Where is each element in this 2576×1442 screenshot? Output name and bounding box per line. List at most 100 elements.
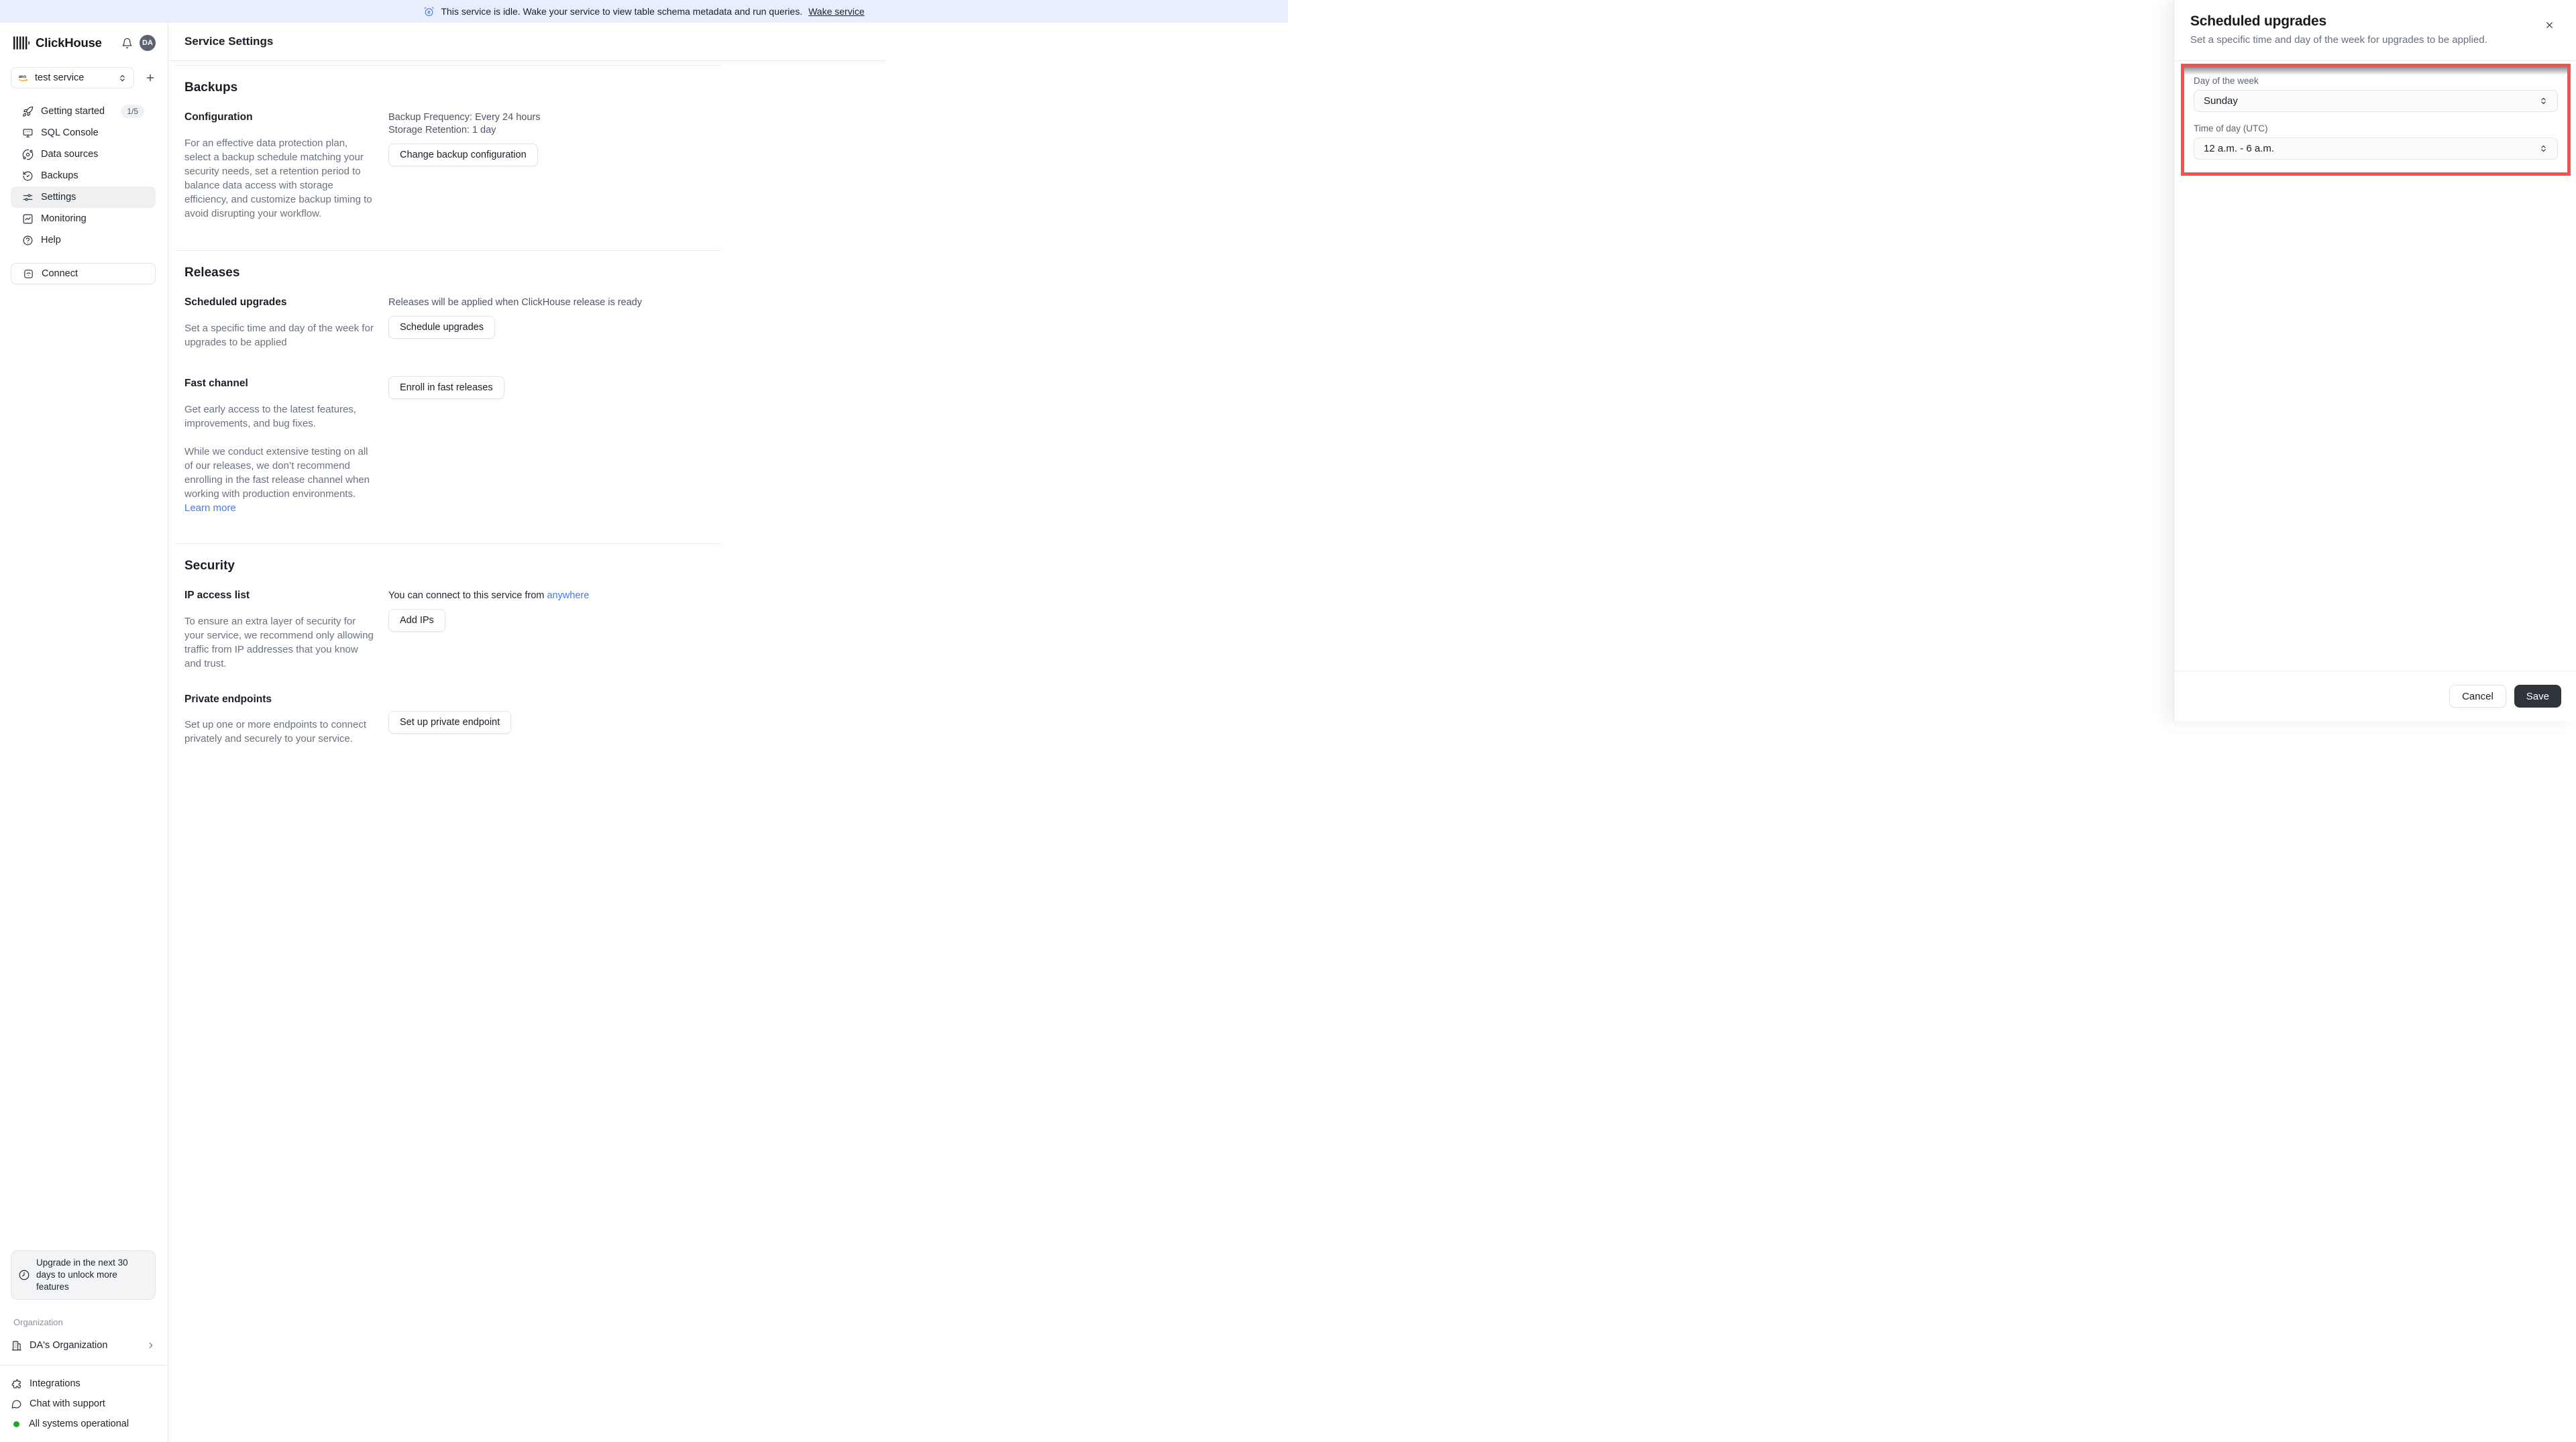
private-endpoints-description: Set up one or more endpoints to connect … bbox=[184, 719, 367, 744]
puzzle-icon bbox=[11, 1378, 22, 1390]
organization-switcher[interactable]: DA's Organization bbox=[11, 1335, 156, 1355]
private-endpoints-label: Private endpoints bbox=[184, 694, 272, 705]
time-of-day-label: Time of day (UTC) bbox=[2194, 123, 2268, 133]
backups-heading: Backups bbox=[184, 80, 238, 95]
organization-name: DA's Organization bbox=[30, 1340, 108, 1351]
sidebar-divider bbox=[0, 1365, 168, 1366]
clock-icon bbox=[18, 1269, 30, 1281]
section-divider bbox=[176, 250, 720, 251]
drawer-footer: Cancel Save bbox=[2174, 671, 2576, 721]
avatar[interactable]: DA bbox=[140, 35, 156, 51]
releases-info: Releases will be applied when ClickHouse… bbox=[388, 297, 642, 308]
change-backup-configuration-button[interactable]: Change backup configuration bbox=[388, 144, 538, 166]
sidebar-item-sql-console[interactable]: SQL Console bbox=[11, 122, 156, 144]
chevron-up-down-icon bbox=[118, 74, 127, 82]
sidebar-item-data-sources[interactable]: Data sources bbox=[11, 144, 156, 165]
add-service-button[interactable] bbox=[145, 72, 156, 83]
time-of-day-value: 12 a.m. - 6 a.m. bbox=[2204, 143, 2275, 154]
sidebar-item-integrations[interactable]: Integrations bbox=[11, 1374, 156, 1394]
sidebar-item-label: SQL Console bbox=[41, 127, 99, 138]
day-of-week-value: Sunday bbox=[2204, 95, 2238, 107]
sidebar-item-settings[interactable]: Settings bbox=[11, 186, 156, 208]
system-status[interactable]: All systems operational bbox=[11, 1414, 156, 1434]
scheduled-upgrades-description: Set a specific time and day of the week … bbox=[184, 323, 374, 348]
ip-access-description: To ensure an extra layer of security for… bbox=[184, 616, 374, 669]
schedule-upgrades-button[interactable]: Schedule upgrades bbox=[388, 316, 495, 339]
connect-button[interactable]: Connect bbox=[11, 263, 156, 284]
enroll-fast-releases-button[interactable]: Enroll in fast releases bbox=[388, 376, 504, 399]
releases-heading: Releases bbox=[184, 266, 240, 280]
sidebar-item-label: Help bbox=[41, 235, 61, 245]
day-of-week-label: Day of the week bbox=[2194, 76, 2259, 86]
ip-connect-info: You can connect to this service from any… bbox=[388, 590, 590, 601]
save-button[interactable]: Save bbox=[2514, 685, 2561, 708]
status-green-dot-icon bbox=[13, 1421, 19, 1427]
fast-channel-label: Fast channel bbox=[184, 378, 248, 389]
main-panel: Service Settings Backups Configuration F… bbox=[168, 23, 885, 1442]
time-of-day-select[interactable]: 12 a.m. - 6 a.m. bbox=[2194, 137, 2558, 160]
chevron-up-down-icon bbox=[2539, 97, 2548, 105]
security-heading: Security bbox=[184, 559, 235, 573]
sidebar-item-chat-support[interactable]: Chat with support bbox=[11, 1394, 156, 1414]
sidebar-item-getting-started[interactable]: Getting started 1/5 bbox=[11, 101, 156, 122]
scheduled-upgrades-drawer: Scheduled upgrades Set a specific time a… bbox=[2174, 0, 2576, 721]
footer-item-label: Integrations bbox=[30, 1378, 80, 1389]
upgrade-notice[interactable]: Upgrade in the next 30 days to unlock mo… bbox=[11, 1250, 156, 1300]
sql-console-icon bbox=[22, 127, 34, 139]
sidebar: ClickHouse DA aws test service Getting s… bbox=[0, 23, 168, 1442]
sidebar-item-label: Monitoring bbox=[41, 213, 87, 224]
footer-item-label: Chat with support bbox=[30, 1398, 105, 1409]
settings-sliders-icon bbox=[22, 192, 34, 203]
cancel-button[interactable]: Cancel bbox=[2449, 685, 2506, 708]
configuration-label: Configuration bbox=[184, 111, 253, 123]
data-sources-icon bbox=[22, 149, 34, 160]
app-logo: ClickHouse bbox=[36, 36, 102, 50]
chevron-right-icon bbox=[146, 1341, 156, 1350]
backup-frequency-info: Backup Frequency: Every 24 hours bbox=[388, 112, 541, 123]
sidebar-item-monitoring[interactable]: Monitoring bbox=[11, 208, 156, 229]
learn-more-link[interactable]: Learn more bbox=[184, 502, 236, 514]
service-selector-value: test service bbox=[35, 72, 85, 83]
storage-retention-info: Storage Retention: 1 day bbox=[388, 125, 496, 135]
alarm-snooze-icon bbox=[423, 6, 435, 17]
scheduled-upgrades-label: Scheduled upgrades bbox=[184, 296, 287, 308]
close-icon[interactable] bbox=[2544, 20, 2555, 30]
sidebar-item-label: Settings bbox=[41, 192, 76, 203]
drawer-description: Set a specific time and day of the week … bbox=[2190, 34, 2487, 46]
banner-text: This service is idle. Wake your service … bbox=[441, 6, 803, 17]
backups-history-icon bbox=[22, 170, 34, 182]
backups-description: For an effective data protection plan, s… bbox=[184, 137, 372, 219]
connect-icon bbox=[23, 268, 34, 280]
clickhouse-logo-icon bbox=[13, 36, 30, 50]
sidebar-nav: Getting started 1/5 SQL Console Data sou… bbox=[0, 101, 168, 251]
footer-item-label: All systems operational bbox=[29, 1419, 129, 1429]
sidebar-item-label: Getting started bbox=[41, 106, 105, 117]
ip-access-list-label: IP access list bbox=[184, 590, 250, 601]
section-divider bbox=[176, 543, 720, 544]
chat-bubble-icon bbox=[11, 1398, 22, 1410]
sidebar-item-help[interactable]: Help bbox=[11, 229, 156, 251]
sidebar-item-label: Backups bbox=[41, 170, 78, 181]
service-selector[interactable]: aws test service bbox=[11, 67, 134, 89]
building-icon bbox=[11, 1340, 22, 1351]
anywhere-link[interactable]: anywhere bbox=[547, 590, 589, 601]
help-circle-icon bbox=[22, 235, 34, 246]
sidebar-item-label: Data sources bbox=[41, 149, 99, 160]
aws-icon: aws bbox=[18, 74, 30, 82]
connect-label: Connect bbox=[42, 268, 78, 279]
organization-section-label: Organization bbox=[13, 1317, 63, 1327]
monitoring-chart-icon bbox=[22, 213, 34, 225]
sidebar-item-backups[interactable]: Backups bbox=[11, 165, 156, 186]
add-ips-button[interactable]: Add IPs bbox=[388, 609, 445, 632]
bell-icon[interactable] bbox=[121, 38, 133, 49]
day-of-week-select[interactable]: Sunday bbox=[2194, 90, 2558, 112]
chevron-up-down-icon bbox=[2539, 144, 2548, 153]
setup-private-endpoint-button[interactable]: Set up private endpoint bbox=[388, 711, 512, 734]
drawer-title: Scheduled upgrades bbox=[2190, 13, 2326, 29]
wake-service-link[interactable]: Wake service bbox=[808, 6, 865, 17]
upgrade-notice-text: Upgrade in the next 30 days to unlock mo… bbox=[36, 1258, 128, 1292]
fast-channel-description-1: Get early access to the latest features,… bbox=[184, 404, 356, 429]
highlight-annotation-box: Day of the week Sunday Time of day (UTC)… bbox=[2181, 64, 2571, 176]
idle-banner: This service is idle. Wake your service … bbox=[0, 0, 1288, 23]
page-header: Service Settings bbox=[168, 23, 885, 61]
